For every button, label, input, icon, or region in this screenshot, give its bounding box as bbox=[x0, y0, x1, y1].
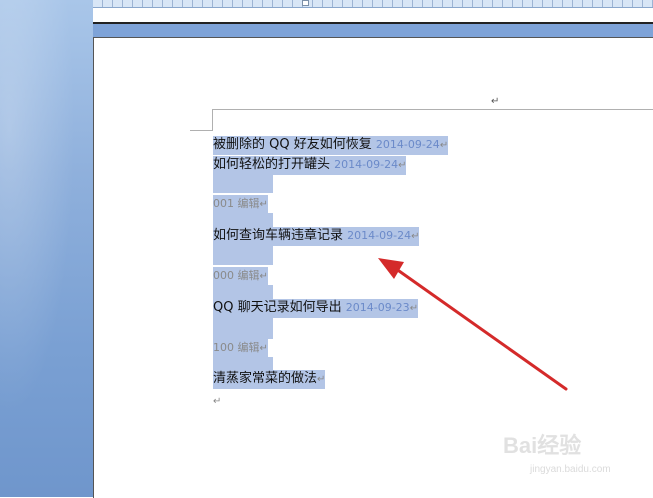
watermark-brand: Bai经验 bbox=[503, 433, 582, 458]
baidu-jingyan-watermark: Bai经验 jingyan.baidu.com bbox=[503, 420, 643, 490]
watermark-url: jingyan.baidu.com bbox=[530, 464, 611, 475]
